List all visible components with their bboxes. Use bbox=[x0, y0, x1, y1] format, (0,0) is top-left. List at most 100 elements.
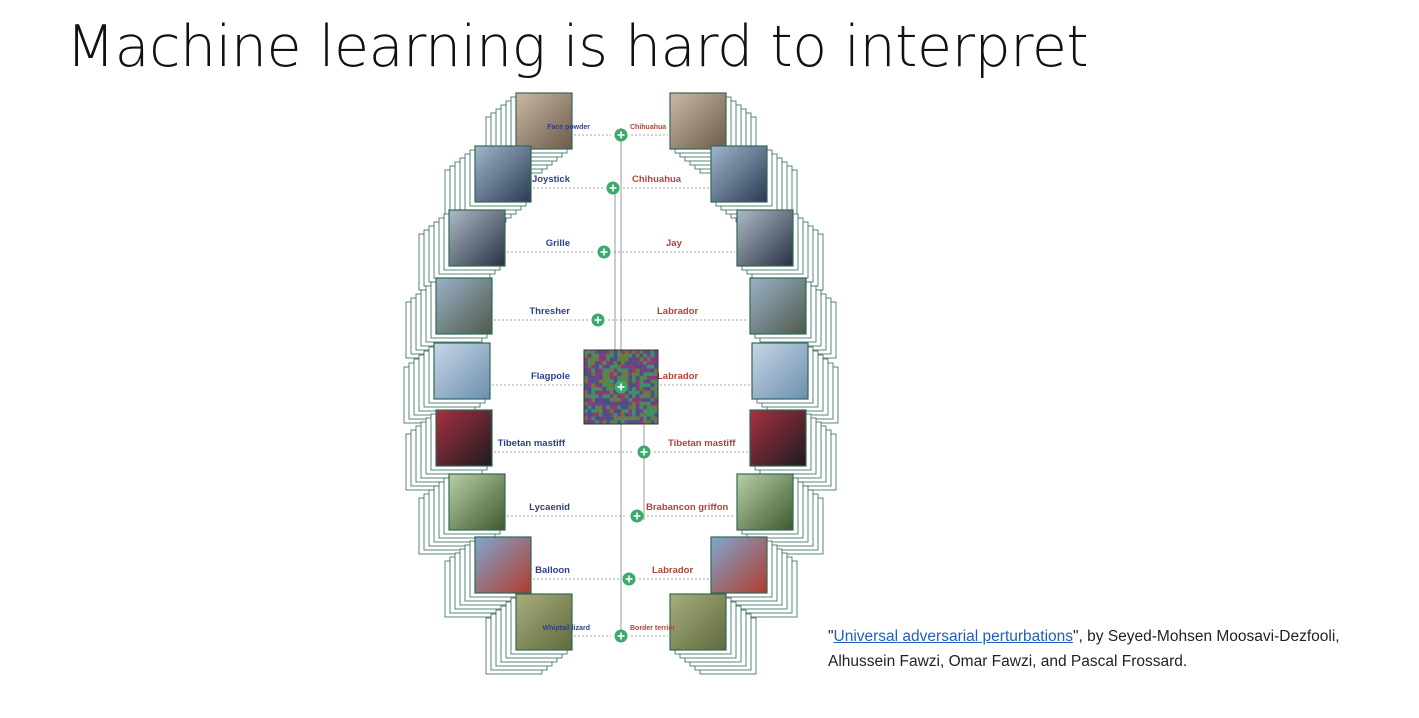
noise-cell bbox=[591, 361, 596, 366]
noise-cell bbox=[639, 383, 644, 388]
noise-cell bbox=[602, 361, 607, 366]
noise-cell bbox=[650, 379, 655, 384]
noise-cell bbox=[621, 364, 625, 369]
noise-cell bbox=[624, 416, 629, 421]
noise-cell bbox=[609, 368, 614, 373]
original-label: Lycaenid bbox=[529, 502, 570, 513]
noise-cell bbox=[632, 401, 637, 406]
noise-cell bbox=[624, 394, 629, 399]
noise-cell bbox=[587, 364, 592, 369]
noise-cell bbox=[632, 364, 637, 369]
noise-cell bbox=[591, 412, 596, 417]
noise-cell bbox=[591, 383, 596, 388]
noise-cell bbox=[624, 372, 629, 377]
noise-cell bbox=[606, 409, 611, 414]
perturbed-label: Labrador bbox=[652, 565, 693, 576]
noise-cell bbox=[650, 412, 655, 417]
noise-cell bbox=[598, 401, 603, 406]
noise-cell bbox=[650, 368, 655, 373]
noise-cell bbox=[595, 405, 600, 410]
noise-cell bbox=[643, 350, 648, 354]
noise-cell bbox=[606, 383, 611, 388]
noise-cell bbox=[632, 412, 637, 417]
adversarial-perturbation-figure: Face powder Chihuahua Joystick Chihuahua Gri… bbox=[403, 92, 839, 675]
noise-cell bbox=[598, 405, 603, 410]
noise-cell bbox=[643, 409, 648, 414]
noise-cell bbox=[639, 405, 644, 410]
noise-cell bbox=[617, 416, 622, 421]
noise-cell bbox=[606, 394, 611, 399]
noise-cell bbox=[643, 357, 648, 362]
noise-cell bbox=[606, 368, 611, 373]
noise-cell bbox=[639, 350, 644, 354]
noise-cell bbox=[602, 368, 607, 373]
noise-cell bbox=[609, 401, 614, 406]
noise-cell bbox=[595, 398, 600, 403]
noise-cell bbox=[609, 405, 614, 410]
noise-cell bbox=[650, 383, 655, 388]
noise-cell bbox=[609, 350, 614, 354]
noise-cell bbox=[598, 394, 603, 399]
noise-cell bbox=[632, 398, 637, 403]
paper-link[interactable]: Universal adversarial perturbations bbox=[834, 628, 1074, 645]
noise-cell bbox=[643, 405, 648, 410]
original-label: Flagpole bbox=[531, 371, 570, 382]
noise-cell bbox=[628, 390, 633, 395]
noise-cell bbox=[639, 379, 644, 384]
noise-cell bbox=[621, 375, 625, 380]
noise-cell bbox=[591, 364, 596, 369]
flagpole-image bbox=[751, 342, 809, 400]
noise-cell bbox=[643, 398, 648, 403]
noise-cell bbox=[606, 372, 611, 377]
noise-cell bbox=[628, 387, 633, 391]
noise-cell bbox=[595, 379, 600, 384]
noise-cell bbox=[650, 409, 655, 414]
noise-cell bbox=[617, 394, 622, 399]
noise-cell bbox=[628, 401, 633, 406]
noise-cell bbox=[650, 353, 655, 358]
noise-cell bbox=[650, 394, 655, 399]
original-label: Face powder bbox=[547, 124, 590, 131]
noise-cell bbox=[602, 401, 607, 406]
balloon-image bbox=[710, 536, 768, 594]
noise-cell bbox=[602, 353, 607, 358]
noise-cell bbox=[646, 350, 651, 354]
noise-cell bbox=[613, 357, 618, 362]
noise-cell bbox=[584, 368, 588, 373]
noise-cell bbox=[621, 405, 625, 410]
noise-cell bbox=[606, 350, 611, 354]
noise-cell bbox=[650, 401, 655, 406]
noise-cell bbox=[617, 372, 622, 377]
noise-cell bbox=[632, 361, 637, 366]
noise-cell bbox=[613, 398, 618, 403]
noise-cell bbox=[643, 387, 648, 391]
noise-cell bbox=[595, 412, 600, 417]
noise-cell bbox=[635, 405, 640, 410]
noise-cell bbox=[617, 398, 622, 403]
noise-cell bbox=[602, 387, 607, 391]
noise-cell bbox=[639, 368, 644, 373]
noise-cell bbox=[591, 405, 596, 410]
noise-cell bbox=[635, 364, 640, 369]
noise-cell bbox=[639, 390, 644, 395]
original-label: Tibetan mastiff bbox=[498, 438, 566, 449]
noise-cell bbox=[602, 383, 607, 388]
noise-cell bbox=[635, 350, 640, 354]
noise-cell bbox=[646, 390, 651, 395]
noise-cell bbox=[587, 405, 592, 410]
noise-cell bbox=[609, 398, 614, 403]
noise-cell bbox=[635, 372, 640, 377]
noise-cell bbox=[587, 398, 592, 403]
lycaenid-image bbox=[736, 473, 794, 531]
noise-cell bbox=[606, 357, 611, 362]
noise-cell bbox=[628, 357, 633, 362]
noise-cell bbox=[606, 412, 611, 417]
noise-cell bbox=[632, 350, 637, 354]
noise-cell bbox=[617, 412, 622, 417]
perturbed-label: Labrador bbox=[657, 306, 698, 317]
noise-cell bbox=[606, 416, 611, 421]
noise-cell bbox=[606, 379, 611, 384]
noise-cell bbox=[628, 372, 633, 377]
joystick-image bbox=[710, 145, 768, 203]
balloon-image bbox=[474, 536, 532, 594]
